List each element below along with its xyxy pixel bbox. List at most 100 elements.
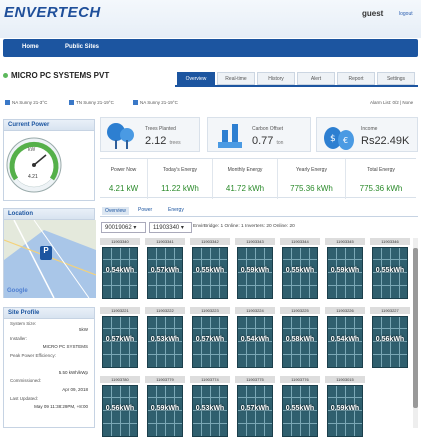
panel-energy: 0.55kWh [195,267,225,274]
carbon-offset-card: Carbon Offset 0.77 ton [207,117,311,152]
monthly-energy-cell: Monthly Energy 41.72 kWh [213,159,278,199]
weather-icon [133,100,138,106]
profile-label: Installer: [10,336,28,341]
panel-id: 11903775 [235,376,275,383]
site-profile-panel: System Size: 5kW Installer: MICRO PC SYS… [3,319,95,428]
solar-panel-tile[interactable]: 11903775 0.57kWh [235,376,275,438]
solar-panel-tile[interactable]: 11903222 0.53kWh [145,307,185,369]
solar-panel-tile[interactable]: 11903346 0.55kWh [370,238,410,300]
panel-energy: 0.55kWh [375,267,405,274]
panel-energy: 0.57kWh [240,405,270,412]
solar-panel-tile[interactable]: 11903224 0.54kWh [235,307,275,369]
location-map[interactable]: P Google [3,219,97,299]
panel-id: 11903780 [100,376,140,383]
panel-id: 11903015 [325,376,365,383]
power-gauge [6,137,62,193]
panel-energy: 0.53kWh [195,405,225,412]
profile-value: Apr 09, 2018 [62,387,88,392]
solar-panel-tile[interactable]: 11903015 0.59kWh [325,376,365,438]
tab-report[interactable]: Report [337,72,375,85]
tab-settings[interactable]: Settings [377,72,415,85]
logout-link[interactable]: logout [399,11,413,17]
profile-label: Last Updated: [10,396,39,401]
profile-value: May 09 11:38:29PM, +8:00 [34,404,88,409]
today-energy-cell: Today's Energy 11.22 kWh [148,159,213,199]
location-title: Location [3,208,95,220]
device-select[interactable]: 11903340 ▾ [149,222,192,233]
user-name: guest [362,9,384,18]
weather-icon [69,100,74,106]
subtab-energy[interactable]: Energy [168,207,184,213]
solar-panel-tile[interactable]: 11903341 0.57kWh [145,238,185,300]
panel-id: 11903779 [145,376,185,383]
total-energy-cell: Total Energy 775.36 kWh [359,167,403,193]
panel-id: 11903221 [100,307,140,314]
alarm-list-link[interactable]: Alarm List: 0/2 | None [370,100,413,105]
trees-planted-card: Trees Planted 2.12 trees [100,117,200,152]
energy-summary: Power Now 4.21 kW Today's Energy 11.22 kWh… [100,158,416,199]
nav-public-sites[interactable]: Public Sites [65,44,99,50]
subtab-power[interactable]: Power [138,207,152,213]
inverter-count-text: EnvirBridge: 1 Online: 1 Inverters: 20 O… [193,224,295,229]
main-nav: Home Public Sites [3,39,418,57]
solar-panel-tile[interactable]: 11903345 0.59kWh [325,238,365,300]
solar-panel-tile[interactable]: 11903344 0.55kWh [280,238,320,300]
solar-panel-tile[interactable]: 11903342 0.55kWh [190,238,230,300]
panel-id: 11903226 [325,307,365,314]
envertech-logo[interactable]: ENVERTECH [4,4,101,21]
current-power-panel: kW 4.21 [3,131,95,201]
panel-id: 11903344 [280,238,320,245]
panel-energy: 0.55kWh [285,405,315,412]
tab-overview[interactable]: Overview [177,72,215,85]
panel-energy: 0.57kWh [150,267,180,274]
google-logo: Google [7,288,28,294]
group-select[interactable]: 90019062 ▾ [101,222,146,233]
panel-id: 11903343 [235,238,275,245]
gauge-unit: kW [28,147,36,153]
solar-panel-tile[interactable]: 11903774 0.53kWh [190,376,230,438]
solar-panel-tile[interactable]: 11903225 0.58kWh [280,307,320,369]
money-bag-icon: $ € [324,127,354,150]
panel-id: 11903342 [190,238,230,245]
panel-id: 11903776 [280,376,320,383]
tab-realtime[interactable]: Real-time [217,72,255,85]
panel-energy: 0.56kWh [105,405,135,412]
panel-energy: 0.54kWh [330,336,360,343]
panel-energy: 0.56kWh [375,336,405,343]
panel-energy: 0.55kWh [285,267,315,274]
tab-alert[interactable]: Alert [297,72,335,85]
grid-scrollbar[interactable] [413,238,418,428]
map-pin-icon[interactable]: P [40,246,52,260]
solar-panel-tile[interactable]: 11903227 0.56kWh [370,307,410,369]
online-status-icon [3,73,8,78]
solar-panel-tile[interactable]: 11903780 0.56kWh [100,376,140,438]
panel-energy: 0.57kWh [195,336,225,343]
panel-energy: 0.59kWh [150,405,180,412]
site-profile-title: Site Profile [3,307,95,319]
scroll-thumb[interactable] [413,248,418,408]
solar-panel-tile[interactable]: 11903776 0.55kWh [280,376,320,438]
nav-home[interactable]: Home [22,44,39,50]
solar-panel-tile[interactable]: 11903221 0.57kWh [100,307,140,369]
subtab-overview[interactable]: Overview [102,207,129,215]
solar-panel-tile[interactable]: 11903779 0.59kWh [145,376,185,438]
panel-id: 11903222 [145,307,185,314]
current-power-title: Current Power [3,119,95,131]
factory-icon [218,124,242,148]
panel-energy: 0.53kWh [150,336,180,343]
panel-id: 11903224 [235,307,275,314]
panel-energy: 0.59kWh [240,267,270,274]
solar-panel-tile[interactable]: 11903226 0.54kWh [325,307,365,369]
tab-history[interactable]: History [257,72,295,85]
weather-item: NA Sunny 21-3°C [5,100,47,106]
solar-panel-tile[interactable]: 11903340 0.54kWh [100,238,140,300]
gauge-value: 4.21 [28,174,38,180]
profile-value: MICRO PC SYSTEMS [42,344,88,349]
weather-item: TN Sunny 21-19°C [69,100,114,106]
profile-label: Peak Power Efficiency: [10,353,56,358]
panel-grid: 11903340 0.54kWh 11903341 0.57kWh 11903342 0.… [100,238,413,437]
solar-panel-tile[interactable]: 11903223 0.57kWh [190,307,230,369]
solar-panel-tile[interactable]: 11903343 0.59kWh [235,238,275,300]
panel-energy: 0.59kWh [330,267,360,274]
svg-text:$: $ [330,134,336,144]
